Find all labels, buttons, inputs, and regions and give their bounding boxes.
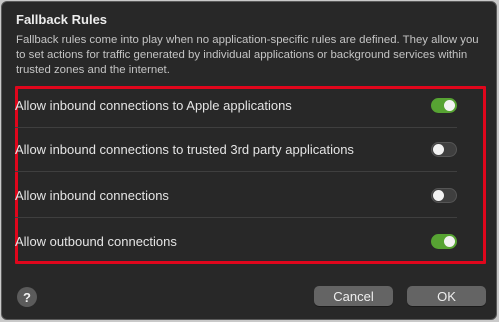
help-icon[interactable]: ? <box>17 287 37 307</box>
cancel-button[interactable]: Cancel <box>314 286 393 306</box>
toggle-switch[interactable] <box>431 233 457 249</box>
rule-row-outbound: Allow outbound connections <box>15 219 457 263</box>
toggle-switch[interactable] <box>431 188 457 203</box>
dialog-description: Fallback rules come into play when no ap… <box>16 34 479 76</box>
toggle-switch[interactable] <box>431 98 457 113</box>
ok-button[interactable]: OK <box>407 286 486 306</box>
toggle-knob <box>433 190 444 201</box>
rule-row-inbound: Allow inbound connections <box>15 174 457 218</box>
rule-label: Allow outbound connections <box>15 233 177 249</box>
rule-row-apple-inbound: Allow inbound connections to Apple appli… <box>15 84 457 128</box>
rule-label: Allow inbound connections to trusted 3rd… <box>15 142 354 157</box>
toggle-knob <box>433 144 444 155</box>
toggle-switch[interactable] <box>431 142 457 157</box>
toggle-knob <box>444 100 455 111</box>
rule-row-third-party-inbound: Allow inbound connections to trusted 3rd… <box>15 128 457 172</box>
toggle-knob <box>444 235 455 247</box>
fallback-rules-dialog: Fallback Rules Fallback rules come into … <box>1 1 497 320</box>
dialog-title: Fallback Rules <box>16 12 108 27</box>
rule-label: Allow inbound connections <box>15 188 169 203</box>
rule-label: Allow inbound connections to Apple appli… <box>15 98 292 113</box>
